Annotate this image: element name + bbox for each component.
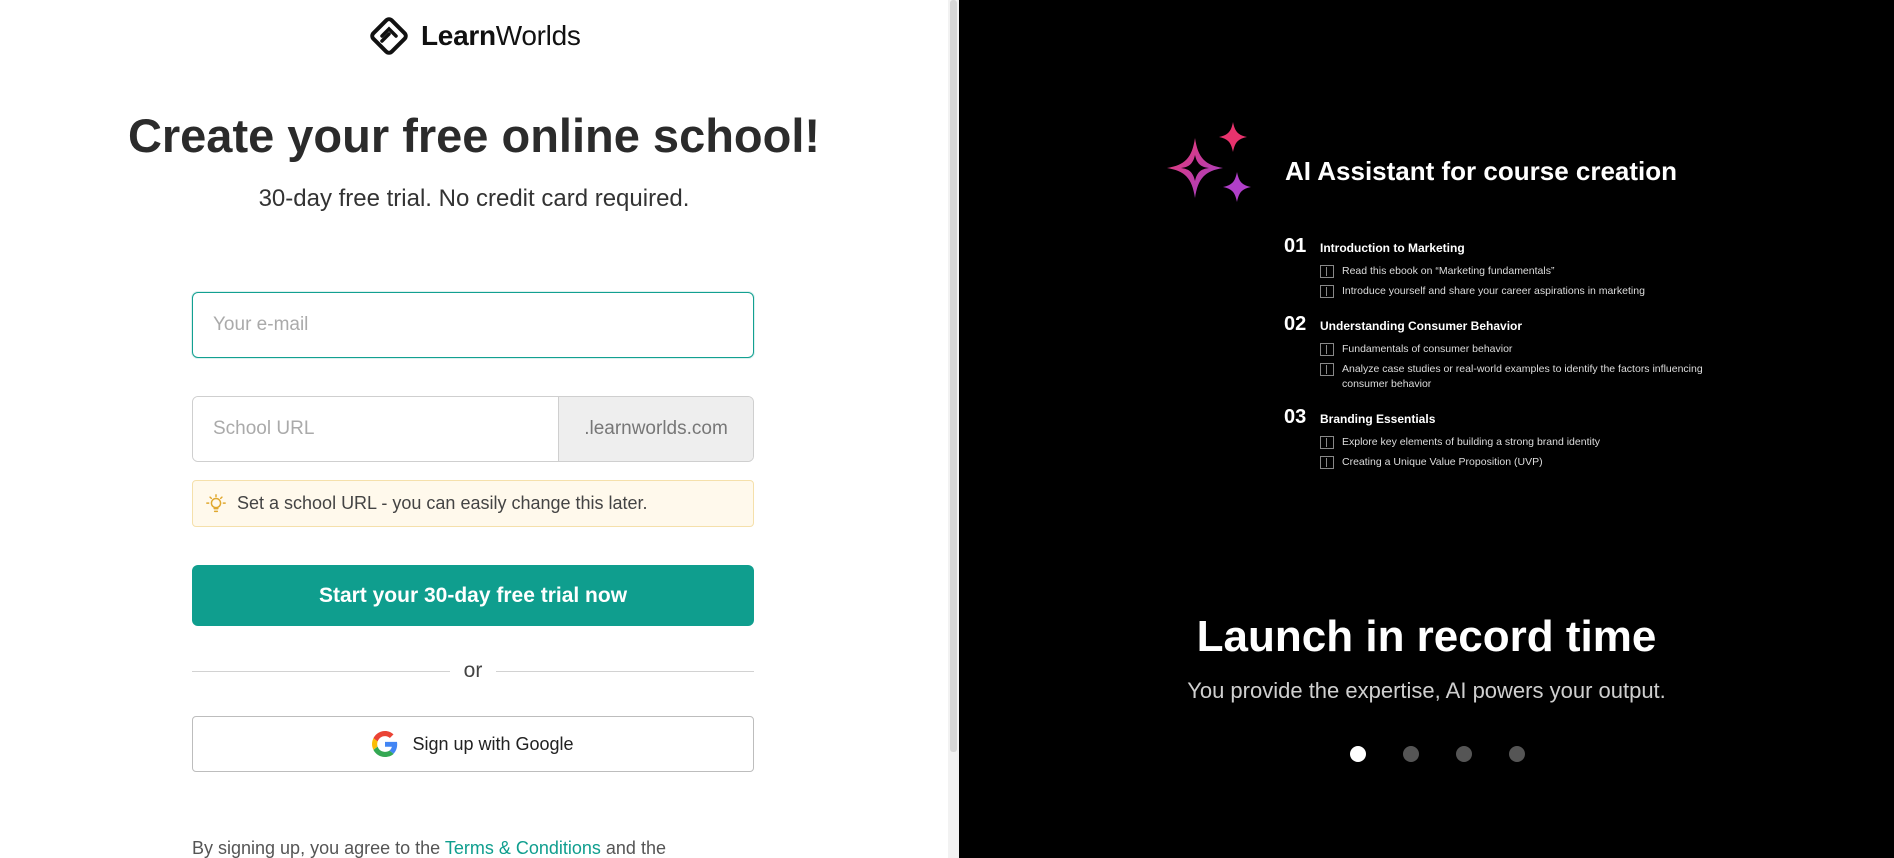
page-scrollbar[interactable] xyxy=(948,0,959,858)
school-url-input[interactable] xyxy=(193,397,558,461)
book-icon xyxy=(1320,363,1334,376)
book-icon xyxy=(1320,343,1334,356)
carousel-dot-4[interactable] xyxy=(1509,746,1525,762)
lesson-item: Read this ebook on “Marketing fundamenta… xyxy=(1320,264,1704,279)
course-module: 03 Branding Essentials Explore key eleme… xyxy=(1284,406,1704,470)
course-outline: 01 Introduction to Marketing Read this e… xyxy=(1284,235,1704,484)
book-icon xyxy=(1320,265,1334,278)
school-url-field: .learnworlds.com xyxy=(192,396,754,462)
module-title: Introduction to Marketing xyxy=(1320,241,1465,255)
separator-line-right xyxy=(496,670,754,672)
carousel-dot-1[interactable] xyxy=(1350,746,1366,762)
course-module: 02 Understanding Consumer Behavior Funda… xyxy=(1284,313,1704,392)
carousel-dot-3[interactable] xyxy=(1456,746,1472,762)
url-domain-suffix: .learnworlds.com xyxy=(558,397,753,461)
lesson-item: Creating a Unique Value Proposition (UVP… xyxy=(1320,455,1704,470)
google-icon xyxy=(372,731,398,757)
book-icon xyxy=(1320,285,1334,298)
lesson-item: Explore key elements of building a stron… xyxy=(1320,435,1704,450)
signup-panel: LearnWorlds Create your free online scho… xyxy=(0,0,948,858)
lesson-item: Analyze case studies or real-world examp… xyxy=(1320,362,1704,392)
terms-link[interactable]: Terms & Conditions xyxy=(445,838,601,858)
course-module: 01 Introduction to Marketing Read this e… xyxy=(1284,235,1704,299)
promo-panel: AI Assistant for course creation 01 Intr… xyxy=(959,0,1894,858)
scrollbar-thumb[interactable] xyxy=(950,0,957,752)
terms-notice: By signing up, you agree to the Terms & … xyxy=(192,838,666,858)
module-number: 02 xyxy=(1284,313,1307,335)
learnworlds-logo-icon xyxy=(370,17,408,55)
page-title: Create your free online school! xyxy=(127,109,821,162)
slide-subtitle: You provide the expertise, AI powers you… xyxy=(1187,678,1666,703)
lesson-item: Fundamentals of consumer behavior xyxy=(1320,342,1704,357)
google-signup-button[interactable]: Sign up with Google xyxy=(192,716,754,772)
module-number: 03 xyxy=(1284,406,1307,428)
module-number: 01 xyxy=(1284,235,1307,257)
or-separator: or xyxy=(192,656,754,686)
carousel-dot-2[interactable] xyxy=(1403,746,1419,762)
learnworlds-logo[interactable]: LearnWorlds xyxy=(367,14,581,58)
google-button-label: Sign up with Google xyxy=(412,733,574,754)
module-title: Branding Essentials xyxy=(1320,412,1436,426)
lightbulb-icon xyxy=(206,493,226,512)
logo-text: LearnWorlds xyxy=(421,20,581,51)
ai-assistant-title: AI Assistant for course creation xyxy=(1285,156,1678,186)
school-url-hint: Set a school URL - you can easily change… xyxy=(192,480,754,527)
start-trial-button[interactable]: Start your 30-day free trial now xyxy=(192,565,754,626)
sparkles-icon xyxy=(1167,122,1251,202)
or-text: or xyxy=(463,659,483,682)
email-input[interactable] xyxy=(192,292,754,358)
book-icon xyxy=(1320,456,1334,469)
hint-text: Set a school URL - you can easily change… xyxy=(237,493,648,513)
carousel-dots xyxy=(1350,746,1525,762)
module-title: Understanding Consumer Behavior xyxy=(1320,319,1523,333)
book-icon xyxy=(1320,436,1334,449)
slide-title: Launch in record time xyxy=(1196,612,1657,661)
lesson-item: Introduce yourself and share your career… xyxy=(1320,284,1704,299)
separator-line-left xyxy=(192,670,450,672)
page-subtitle: 30-day free trial. No credit card requir… xyxy=(258,185,690,212)
